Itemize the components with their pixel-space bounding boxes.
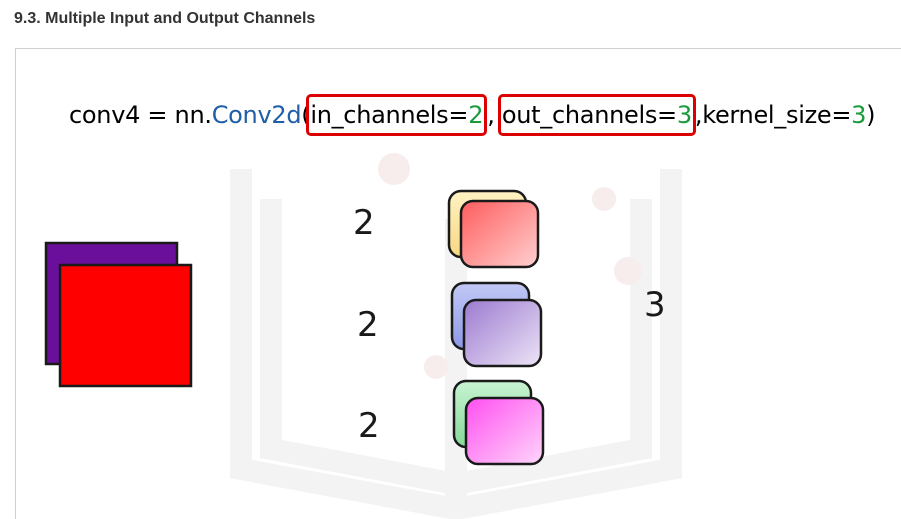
kernel3-front: [464, 396, 545, 466]
kernel2-channel-count: 2: [357, 305, 379, 345]
kernel3-channel-count: 2: [358, 406, 380, 446]
section-title: 9.3. Multiple Input and Output Channels: [14, 10, 316, 27]
diagram-shapes: [44, 189, 545, 466]
output-channel-count: 3: [644, 285, 666, 325]
kernel1-front: [459, 199, 540, 269]
kernel1-channel-count: 2: [353, 203, 375, 243]
kernel2-front: [462, 298, 543, 368]
input-channel-front: [58, 263, 193, 388]
page: 9.3. Multiple Input and Output Channels …: [0, 0, 901, 519]
diagram-panel: conv4 = nn.Conv2d(in_channels=2, out_cha…: [15, 48, 901, 519]
